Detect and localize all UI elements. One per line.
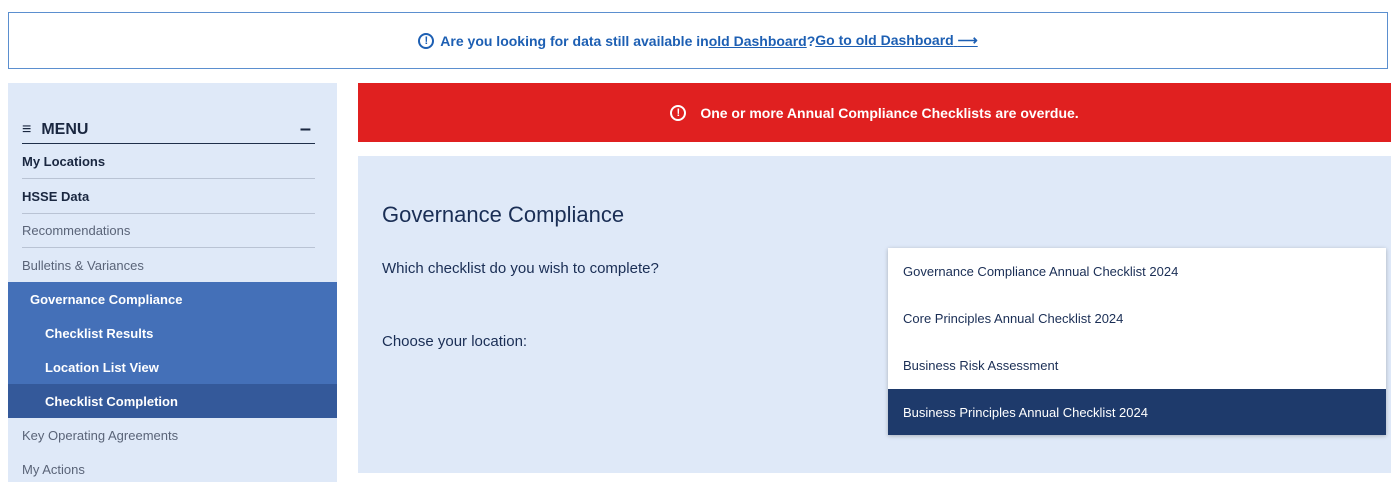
dropdown-option[interactable]: Core Principles Annual Checklist 2024 [888, 295, 1386, 341]
sidebar-item-key-operating-agreements[interactable]: Key Operating Agreements [22, 418, 315, 452]
collapse-icon[interactable]: – [300, 118, 311, 141]
hamburger-icon: ≡ [22, 120, 32, 138]
sidebar-item-recommendations[interactable]: Recommendations [22, 214, 315, 248]
overdue-alert: ! One or more Annual Compliance Checklis… [358, 83, 1391, 142]
location-label: Choose your location: [382, 333, 528, 350]
dropdown-option[interactable]: Business Risk Assessment [888, 342, 1386, 388]
sidebar-item-governance-compliance[interactable]: Governance Compliance [8, 282, 337, 316]
sidebar-item-hsse-data[interactable]: HSSE Data [22, 180, 315, 214]
dropdown-option-highlighted[interactable]: Business Principles Annual Checklist 202… [888, 389, 1386, 435]
checklist-dropdown-list[interactable]: Governance Compliance Annual Checklist 2… [888, 248, 1386, 435]
banner-text-mid: ? [806, 32, 816, 49]
arrow-right-icon: ⟶ [957, 32, 978, 48]
go-to-old-dashboard-link[interactable]: Go to old Dashboard ⟶ [815, 32, 977, 49]
checklist-question-label: Which checklist do you wish to complete? [382, 260, 659, 277]
go-to-old-dashboard-label: Go to old Dashboard [815, 32, 954, 48]
sidebar-item-bulletins-variances[interactable]: Bulletins & Variances [22, 248, 315, 282]
old-dashboard-banner: ! Are you looking for data still availab… [8, 12, 1388, 69]
sidebar-subitem-checklist-results[interactable]: Checklist Results [8, 316, 337, 350]
page-title: Governance Compliance [382, 202, 625, 227]
dropdown-option[interactable]: Governance Compliance Annual Checklist 2… [888, 248, 1386, 294]
alert-message: One or more Annual Compliance Checklists… [700, 104, 1079, 121]
menu-header[interactable]: ≡ MENU – [22, 116, 315, 144]
old-dashboard-link[interactable]: old Dashboard [709, 33, 807, 49]
sidebar-subitem-location-list-view[interactable]: Location List View [8, 350, 337, 384]
info-icon: ! [418, 32, 435, 49]
sidebar-item-my-actions[interactable]: My Actions [22, 452, 315, 486]
sidebar-item-my-locations[interactable]: My Locations [22, 145, 315, 179]
menu-title: MENU [41, 120, 89, 138]
banner-text: Are you looking for data still available… [440, 32, 709, 49]
sidebar-subitem-checklist-completion[interactable]: Checklist Completion [8, 384, 337, 418]
warning-icon: ! [670, 104, 687, 121]
